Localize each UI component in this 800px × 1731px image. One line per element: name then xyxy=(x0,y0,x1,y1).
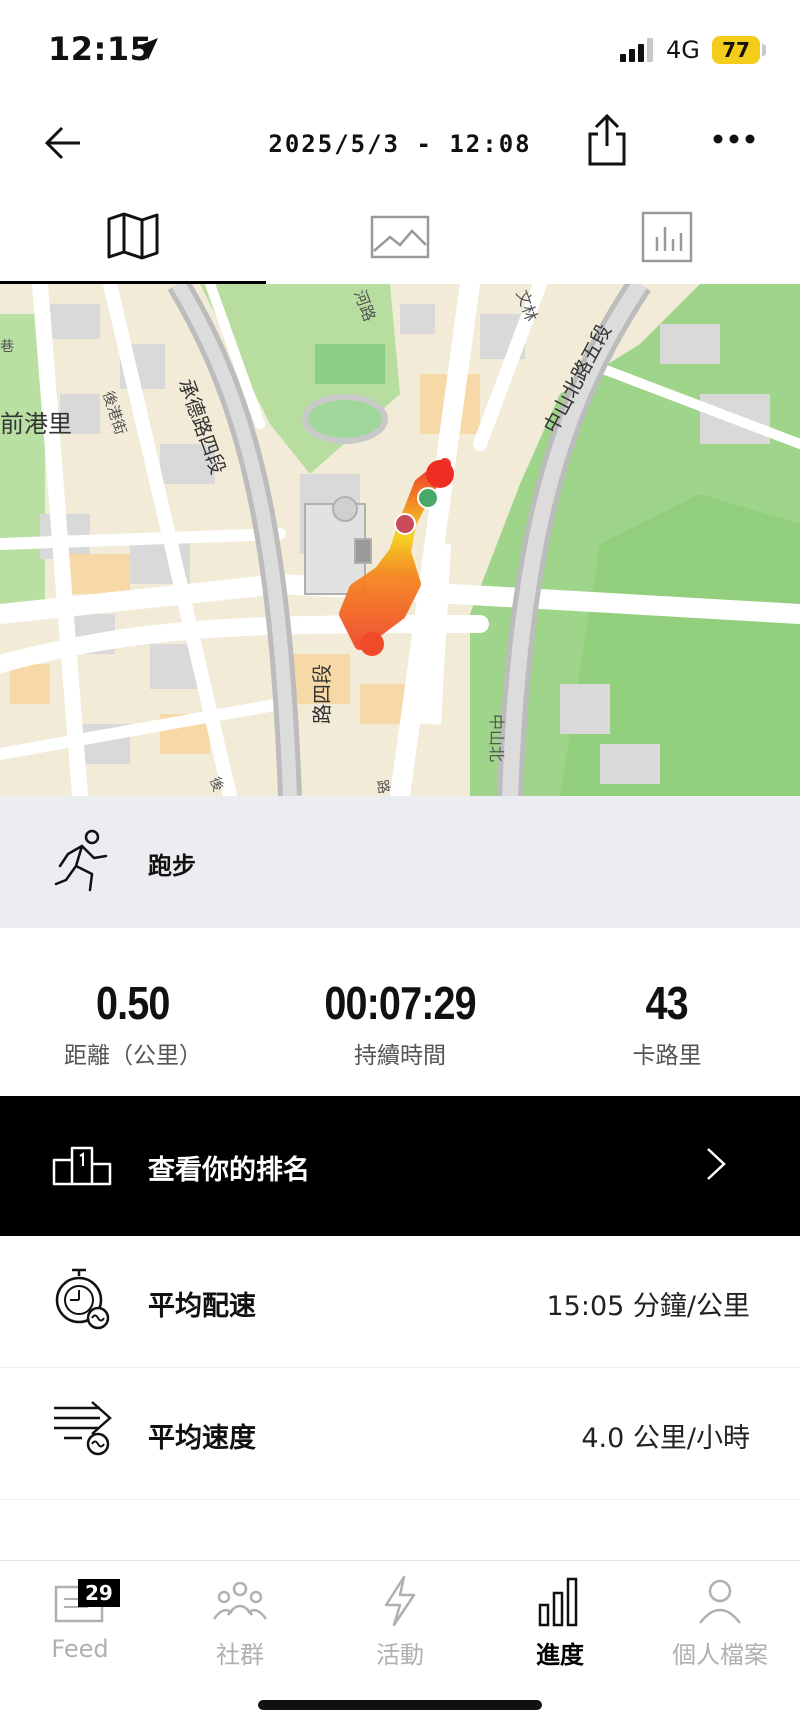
nav-community[interactable]: 社群 xyxy=(160,1571,320,1671)
view-ranking-label: 查看你的排名 xyxy=(148,1155,310,1186)
route-start-marker xyxy=(417,487,439,509)
nav-feed[interactable]: 29 Feed xyxy=(0,1571,160,1671)
feed-badge: 29 xyxy=(78,1579,120,1607)
route-end-marker xyxy=(394,513,416,535)
nav-activity[interactable]: 活動 xyxy=(320,1571,480,1671)
lightning-icon xyxy=(384,1575,416,1627)
calories-label: 卡路里 xyxy=(632,1043,702,1069)
top-app-bar: 2025/5/3 - 12:08 xyxy=(0,100,800,190)
avg-pace-label: 平均配速 xyxy=(148,1291,256,1322)
network-type: 4G xyxy=(666,36,700,64)
calories-value: 43 xyxy=(645,977,689,1029)
stat-distance: 0.50 距離（公里） xyxy=(0,976,266,1070)
view-ranking-button[interactable]: 查看你的排名 xyxy=(0,1096,800,1236)
duration-value: 00:07:29 xyxy=(324,977,476,1029)
avg-pace-value: 15:05 分鐘/公里 xyxy=(546,1291,751,1322)
progress-bars-icon xyxy=(538,1577,578,1627)
status-bar: 12:15 4G 77 xyxy=(0,0,800,100)
location-arrow-icon xyxy=(136,38,158,60)
speed-lines-icon xyxy=(54,1401,112,1456)
avg-speed-label: 平均速度 xyxy=(148,1423,256,1454)
map-label-area: 前港里 xyxy=(0,410,72,438)
profile-icon xyxy=(699,1579,741,1624)
workout-datetime-title: 2025/5/3 - 12:08 xyxy=(268,130,532,158)
share-icon[interactable] xyxy=(582,112,632,168)
stopwatch-icon xyxy=(55,1268,110,1330)
map-label-chengde-road-bottom: 路四段 xyxy=(310,664,334,724)
nav-profile-label: 個人檔案 xyxy=(672,1641,768,1669)
battery-tip xyxy=(762,44,766,56)
image-icon xyxy=(370,215,430,259)
community-icon xyxy=(212,1581,268,1620)
duration-label: 持續時間 xyxy=(354,1043,446,1069)
avg-speed-value: 4.0 公里/小時 xyxy=(581,1423,750,1454)
chevron-right-icon xyxy=(707,1148,726,1180)
metric-row-avg-speed[interactable]: 平均速度 4.0 公里/小時 xyxy=(0,1368,800,1500)
nav-progress[interactable]: 進度 xyxy=(480,1571,640,1671)
bar-chart-icon xyxy=(641,211,693,263)
distance-label: 距離（公里） xyxy=(64,1043,202,1069)
more-options-icon[interactable] xyxy=(712,124,756,154)
map-label-zhongshan-road-bottom: 中山北 xyxy=(487,714,506,763)
back-arrow-icon[interactable] xyxy=(40,118,90,168)
home-indicator[interactable] xyxy=(258,1700,542,1710)
summary-stats: 0.50 距離（公里） 00:07:29 持續時間 43 卡路里 xyxy=(0,928,800,1096)
map-canvas xyxy=(0,284,800,796)
tab-charts[interactable] xyxy=(534,190,800,284)
stat-duration: 00:07:29 持續時間 xyxy=(267,976,533,1070)
metric-row-avg-pace[interactable]: 平均配速 15:05 分鐘/公里 xyxy=(0,1236,800,1368)
running-person-icon xyxy=(54,829,108,892)
battery-level: 77 xyxy=(712,36,760,64)
nav-feed-label: Feed xyxy=(51,1635,109,1663)
cellular-signal-icon xyxy=(620,38,653,62)
route-map[interactable]: 前港里 承德路四段 路四段 中山北路五段 中山北 後港街 河路 文林 巷 後 路 xyxy=(0,284,800,796)
tab-map[interactable] xyxy=(0,190,266,284)
nav-progress-label: 進度 xyxy=(536,1641,584,1669)
activity-type-label: 跑步 xyxy=(148,852,196,880)
map-label-lane-left: 巷 xyxy=(0,339,14,355)
podium-icon xyxy=(52,1146,112,1186)
nav-profile[interactable]: 個人檔案 xyxy=(640,1571,800,1671)
distance-value: 0.50 xyxy=(96,977,170,1029)
stat-calories: 43 卡路里 xyxy=(534,976,800,1070)
nav-activity-label: 活動 xyxy=(376,1641,424,1669)
view-tabs xyxy=(0,190,800,284)
map-icon xyxy=(107,212,159,259)
nav-community-label: 社群 xyxy=(216,1641,264,1669)
tab-photos[interactable] xyxy=(267,190,533,284)
activity-type-row: 跑步 xyxy=(0,796,800,928)
